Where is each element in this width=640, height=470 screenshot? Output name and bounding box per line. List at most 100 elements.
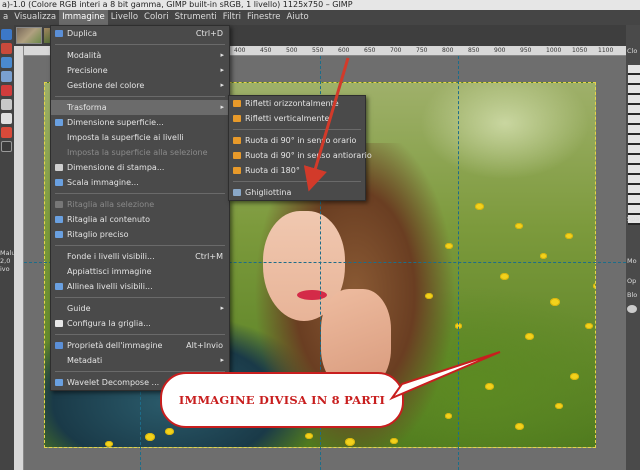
menu-separator — [55, 297, 225, 298]
menu-item-ruota-di-180[interactable]: Ruota di 180° — [229, 163, 365, 178]
annotation-callout: IMMAGINE DIVISA IN 8 PARTI — [160, 372, 404, 428]
menu-item-rifletti-verticalmente[interactable]: Rifletti verticalmente — [229, 111, 365, 126]
menu-item-metadati[interactable]: Metadati ▸ — [51, 353, 229, 368]
fg-color-icon[interactable] — [1, 141, 12, 152]
menu-item-label: Modalità — [67, 51, 102, 60]
flower — [515, 423, 524, 431]
annotation-text: IMMAGINE DIVISA IN 8 PARTI — [178, 393, 386, 407]
ruler-tick-label: 1100 — [598, 47, 614, 54]
menu-colori[interactable]: Colori — [141, 10, 172, 25]
ruler-tick-label: 1050 — [572, 47, 588, 54]
menu-item-label: Ritaglia alla selezione — [67, 200, 155, 209]
menu-item-label: Fonde i livelli visibili... — [67, 252, 155, 261]
wavelet-icon — [55, 379, 63, 386]
crop-tool-icon[interactable] — [1, 71, 12, 82]
menu-livello[interactable]: Livello — [108, 10, 141, 25]
eraser-tool-icon[interactable] — [1, 113, 12, 124]
dock-label: Clo — [627, 47, 638, 55]
info-icon — [55, 342, 63, 349]
move-tool-icon[interactable] — [1, 29, 12, 40]
menu-item-dimensione-di-stampa[interactable]: Dimensione di stampa... — [51, 160, 229, 175]
menu-finestre[interactable]: Finestre — [244, 10, 284, 25]
flower — [515, 223, 523, 230]
guide-vertical[interactable] — [458, 56, 459, 470]
menu-item-scala-immagine[interactable]: Scala immagine... — [51, 175, 229, 190]
menu-item-configura-la-griglia[interactable]: Configura la griglia... — [51, 316, 229, 331]
dock-label: Mo — [627, 257, 637, 265]
visibility-eye-icon[interactable] — [627, 305, 637, 313]
menu-separator — [233, 129, 361, 130]
menu-item-ruota-di-90-in-senso-orario[interactable]: Ruota di 90° in senso orario — [229, 133, 365, 148]
menu-item-rifletti-orizzontalmente[interactable]: Rifletti orizzontalmente — [229, 96, 365, 111]
zoom-tool-icon[interactable] — [1, 57, 12, 68]
flower — [145, 433, 155, 441]
menu-item-label: Scala immagine... — [67, 178, 139, 187]
menu-item-label: Allinea livelli visibili... — [67, 282, 153, 291]
menu-item-propriet-dell-immagine[interactable]: Proprietà dell'immagine Alt+Invio — [51, 338, 229, 353]
image-tab-thumbnail[interactable] — [16, 27, 42, 44]
menu-item-allinea-livelli-visibili[interactable]: Allinea livelli visibili... — [51, 279, 229, 294]
ruler-tick-label: 1000 — [546, 47, 562, 54]
rotate-cw-icon — [233, 137, 241, 144]
menu-item-label: Appiattisci immagine — [67, 267, 152, 276]
menu-item-gestione-del-colore[interactable]: Gestione del colore ▸ — [51, 78, 229, 93]
flower — [500, 273, 509, 281]
canvas-size-icon — [55, 119, 63, 126]
gimp-window: a)-1.0 (Colore RGB interi a 8 bit gamma,… — [0, 0, 640, 470]
menu-item-dimensione-superficie[interactable]: Dimensione superficie... — [51, 115, 229, 130]
menu-separator — [55, 245, 225, 246]
menu-item-ruota-di-90-in-senso-antiorario[interactable]: Ruota di 90° in senso antiorario — [229, 148, 372, 163]
menu-filtri[interactable]: Filtri — [220, 10, 244, 25]
menu-item-modalit[interactable]: Modalità ▸ — [51, 48, 229, 63]
menu-item-fonde-i-livelli-visibili[interactable]: Fonde i livelli visibili... Ctrl+M — [51, 249, 229, 264]
vertical-ruler[interactable] — [14, 46, 24, 470]
pencil-tool-icon[interactable] — [1, 127, 12, 138]
flower — [485, 383, 494, 391]
menu-immagine[interactable]: Immagine — [59, 10, 108, 25]
menu-item-accelerator: Alt+Invio — [186, 341, 223, 350]
ruler-tick-label: 400 — [234, 47, 246, 54]
menu-item-label: Configura la griglia... — [67, 319, 151, 328]
ruler-tick-label: 500 — [286, 47, 298, 54]
menu-item-guide[interactable]: Guide ▸ — [51, 301, 229, 316]
select-tool-icon[interactable] — [1, 43, 12, 54]
flower — [445, 413, 452, 419]
menu-a[interactable]: a — [0, 10, 11, 25]
menu-item-label: Ruota di 90° in senso antiorario — [245, 151, 372, 160]
ruler-tick-label: 750 — [416, 47, 428, 54]
ruler-tick-label: 850 — [468, 47, 480, 54]
menu-item-precisione[interactable]: Precisione ▸ — [51, 63, 229, 78]
crop-icon — [55, 201, 63, 208]
menu-separator — [233, 181, 361, 182]
menu-item-label: Precisione — [67, 66, 108, 75]
menu-item-accelerator: Ctrl+D — [195, 29, 223, 38]
scale-icon — [55, 179, 63, 186]
menu-item-accelerator: Ctrl+M — [195, 252, 223, 261]
ruler-tick-label: 450 — [260, 47, 272, 54]
menu-item-ritaglia-al-contenuto[interactable]: Ritaglia al contenuto — [51, 212, 229, 227]
menu-item-duplica[interactable]: Duplica Ctrl+D — [51, 26, 229, 41]
menu-separator — [55, 334, 225, 335]
paint-tool-icon[interactable] — [1, 99, 12, 110]
flower — [345, 438, 355, 446]
brushes-panel[interactable] — [628, 65, 640, 225]
dock-label: Blo — [627, 291, 638, 299]
menu-item-appiattisci-immagine[interactable]: Appiattisci immagine — [51, 264, 229, 279]
menu-separator — [55, 44, 225, 45]
menu-separator — [55, 96, 225, 97]
menu-item-ghigliottina[interactable]: Ghigliottina — [229, 185, 365, 200]
menu-aiuto[interactable]: Aiuto — [284, 10, 312, 25]
menu-item-ritaglio-preciso[interactable]: Ritaglio preciso — [51, 227, 229, 242]
menu-item-label: Wavelet Decompose ... — [67, 378, 160, 387]
ruler-tick-label: 700 — [390, 47, 402, 54]
ruler-tick-label: 550 — [312, 47, 324, 54]
duplicate-icon — [55, 30, 63, 37]
menu-item-imposta-la-superficie-ai-livelli[interactable]: Imposta la superficie ai livelli — [51, 130, 229, 145]
menu-item-label: Metadati — [67, 356, 103, 365]
grid-icon — [55, 320, 63, 327]
rotate-ccw-icon — [233, 152, 241, 159]
menu-visualizza[interactable]: Visualizza — [11, 10, 59, 25]
menu-strumenti[interactable]: Strumenti — [172, 10, 220, 25]
menu-item-trasforma[interactable]: Trasforma ▸ — [51, 100, 229, 115]
transform-tool-icon[interactable] — [1, 85, 12, 96]
